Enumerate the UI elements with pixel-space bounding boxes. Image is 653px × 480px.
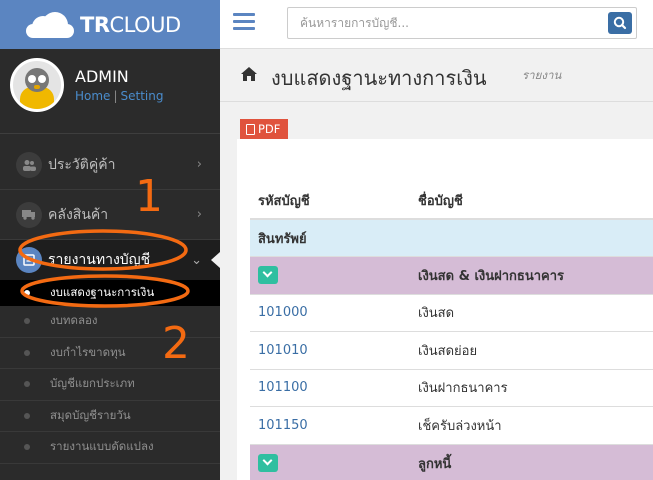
bullet-icon xyxy=(24,412,30,419)
table-row: 101000 เงินสด xyxy=(250,293,653,332)
cloud-logo-icon xyxy=(26,11,74,38)
setting-link[interactable]: Setting xyxy=(120,89,163,103)
sidebar-nav: ประวัติคู่ค้า › คลังสินค้า › รายงานทางบั… xyxy=(0,133,220,464)
sidebar: TRCLOUD ADMIN Home | Setting ประวัติคู่ค้า… xyxy=(0,0,220,480)
sidebar-item-partners[interactable]: ประวัติคู่ค้า › xyxy=(0,140,220,190)
table-row: 101150 เช็ครับล่วงหน้า xyxy=(250,406,653,444)
sidebar-subitem-ledger[interactable]: บัญชีแยกประเภท xyxy=(0,369,220,401)
logo-bar[interactable]: TRCLOUD xyxy=(0,0,220,49)
page-header: งบแสดงฐานะทางการเงิน รายงาน xyxy=(220,50,653,100)
sidebar-subitem-label: บัญชีแยกประเภท xyxy=(50,376,135,391)
sidebar-item-inventory[interactable]: คลังสินค้า › xyxy=(0,190,220,240)
category-label: สินทรัพย์ xyxy=(250,218,653,257)
search-input[interactable] xyxy=(288,8,598,38)
avatar[interactable] xyxy=(10,58,64,112)
link-separator: | xyxy=(113,89,118,103)
category-row: สินทรัพย์ xyxy=(250,218,653,257)
page-subtitle: รายงาน xyxy=(522,68,562,82)
bullet-icon xyxy=(24,444,30,451)
expand-toggle-icon[interactable] xyxy=(258,454,278,472)
page-title: งบแสดงฐานะทางการเงิน xyxy=(271,66,487,90)
group-toggle-cell xyxy=(250,443,410,480)
group-label: ลูกหนี้ xyxy=(410,443,653,480)
bullet-icon xyxy=(24,290,30,296)
account-name: เช็ครับล่วงหน้า xyxy=(410,406,653,444)
account-name: เงินสดย่อย xyxy=(410,331,653,369)
sidebar-item-label: รายงานทางบัญชี xyxy=(48,252,151,268)
sidebar-subitem-custom-report[interactable]: รายงานแบบดัดแปลง xyxy=(0,432,220,464)
pdf-button[interactable]: PDF xyxy=(240,119,288,139)
sidebar-subitem-label: งบกำไรขาดทุน xyxy=(50,344,126,359)
bullet-icon xyxy=(24,318,30,325)
account-code-link[interactable]: 101150 xyxy=(250,406,410,444)
sidebar-subitem-label: สมุดบัญชีรายวัน xyxy=(50,407,131,422)
column-header-code: รหัสบัญชี xyxy=(250,183,410,220)
balance-sheet-table: รหัสบัญชี ชื่อบัญชี สินทรัพย์ เงินสด & เ… xyxy=(250,183,653,480)
search-button[interactable] xyxy=(608,12,632,34)
pdf-button-label: PDF xyxy=(258,122,281,136)
group-label: เงินสด & เงินฝากธนาคาร xyxy=(410,256,653,294)
account-name: เงินสด xyxy=(410,293,653,332)
table-row: 101100 เงินฝากธนาคาร xyxy=(250,368,653,407)
account-code-link[interactable]: 101100 xyxy=(250,368,410,407)
menu-icon[interactable] xyxy=(233,13,255,33)
expand-toggle-icon[interactable] xyxy=(258,266,278,285)
sidebar-subitem-journal[interactable]: สมุดบัญชีรายวัน xyxy=(0,401,220,432)
search-box xyxy=(287,7,637,39)
user-name: ADMIN xyxy=(75,67,129,86)
account-code-link[interactable]: 101010 xyxy=(250,331,410,369)
account-name: เงินฝากธนาคาร xyxy=(410,368,653,407)
sidebar-item-accounting-report[interactable]: รายงานทางบัญชี ⌄ xyxy=(0,240,220,280)
table-row: 101010 เงินสดย่อย xyxy=(250,331,653,369)
search-icon xyxy=(613,16,627,30)
users-icon xyxy=(16,151,42,178)
bullet-icon xyxy=(24,381,30,388)
app-logo-text: TRCLOUD xyxy=(80,12,181,37)
chevron-right-icon: › xyxy=(196,207,202,222)
report-icon xyxy=(16,247,42,273)
home-link[interactable]: Home xyxy=(75,89,110,103)
home-icon[interactable] xyxy=(240,66,258,82)
annotation-number-2: 2 xyxy=(162,318,190,369)
sidebar-subitem-label: งบแสดงฐานะการเงิน xyxy=(50,285,155,299)
column-header-name: ชื่อบัญชี xyxy=(410,183,653,220)
account-code-link[interactable]: 101000 xyxy=(250,293,410,332)
sidebar-item-label: ประวัติคู่ค้า xyxy=(48,156,116,173)
bullet-icon xyxy=(24,349,30,356)
sidebar-subitem-balance-sheet[interactable]: งบแสดงฐานะการเงิน xyxy=(0,280,220,306)
divider xyxy=(220,101,653,102)
sidebar-item-label: คลังสินค้า xyxy=(48,206,109,223)
annotation-number-1: 1 xyxy=(135,171,163,222)
group-toggle-cell xyxy=(250,256,410,294)
profile: ADMIN Home | Setting xyxy=(10,58,163,112)
sidebar-subitem-label: รายงานแบบดัดแปลง xyxy=(50,439,154,454)
table-header-row: รหัสบัญชี ชื่อบัญชี xyxy=(250,183,653,220)
truck-icon xyxy=(16,201,42,228)
chevron-down-icon: ⌄ xyxy=(191,252,202,268)
sidebar-subitem-label: งบทดลอง xyxy=(50,313,98,328)
group-row: เงินสด & เงินฝากธนาคาร xyxy=(250,256,653,294)
group-row: ลูกหนี้ xyxy=(250,443,653,480)
top-bar xyxy=(220,0,653,49)
file-pdf-icon xyxy=(246,123,255,135)
chevron-right-icon: › xyxy=(196,157,202,172)
